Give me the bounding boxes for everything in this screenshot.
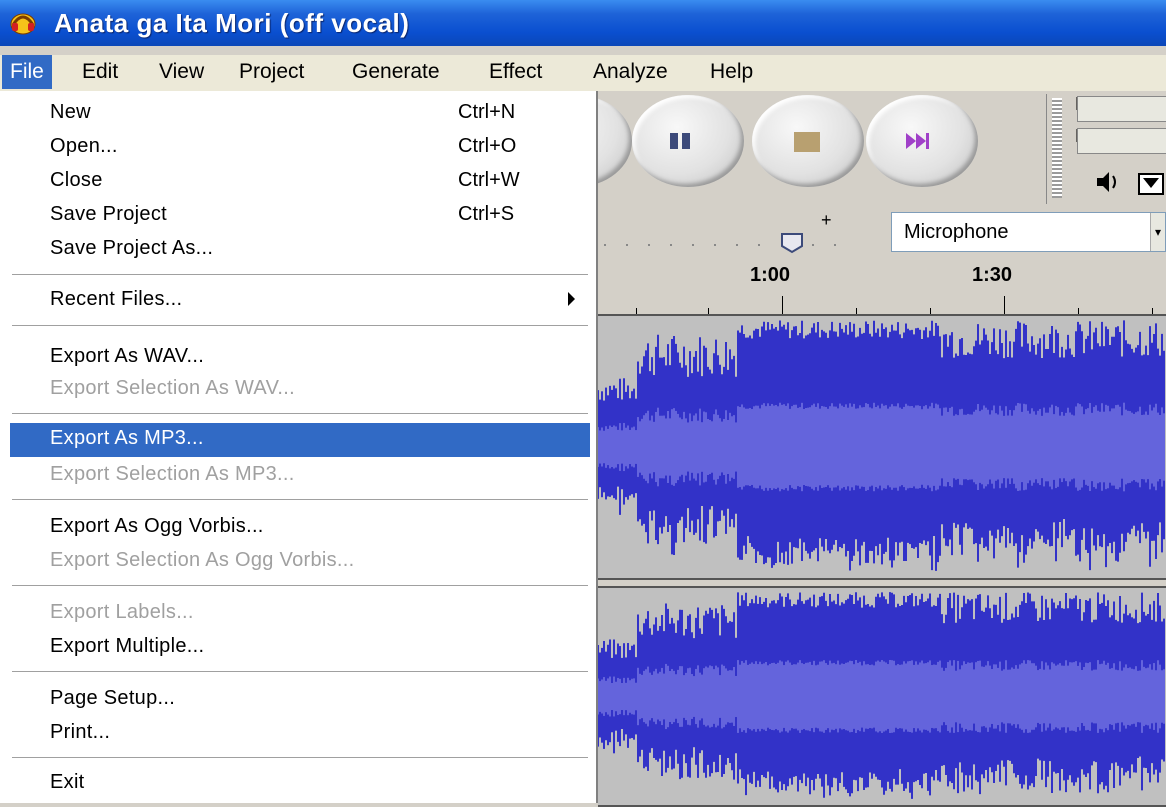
- skip-to-end-icon: [906, 133, 929, 149]
- menu-item-save-project[interactable]: Save Project Ctrl+S: [10, 199, 590, 233]
- input-source-value: Microphone: [904, 221, 1009, 243]
- pause-icon: [670, 133, 690, 149]
- menu-item-export-multiple[interactable]: Export Multiple...: [10, 631, 590, 665]
- input-volume-slider[interactable]: [598, 228, 878, 258]
- audio-track-right[interactable]: [598, 586, 1166, 807]
- speaker-icon: [1097, 172, 1164, 195]
- menu-generate[interactable]: Generate: [344, 55, 448, 89]
- menu-item-new[interactable]: New Ctrl+N: [10, 97, 590, 131]
- menu-separator: [12, 757, 588, 759]
- skip-to-end-button[interactable]: [866, 95, 978, 187]
- level-meter: L R: [1046, 94, 1166, 204]
- submenu-arrow-icon: [568, 292, 575, 306]
- slider-plus-label: +: [821, 210, 832, 230]
- menu-item-export-mp3[interactable]: Export As MP3...: [10, 423, 590, 457]
- menu-file[interactable]: File: [2, 55, 52, 89]
- stop-icon: [794, 132, 820, 152]
- menu-item-print[interactable]: Print...: [10, 717, 590, 751]
- menu-separator: [12, 585, 588, 587]
- meter-left-bar: [1077, 96, 1166, 122]
- shortcut-label: Ctrl+N: [458, 101, 516, 123]
- waveform-left-channel: [598, 320, 1165, 571]
- menu-separator: [12, 274, 588, 276]
- menu-separator: [12, 325, 588, 327]
- stop-button[interactable]: [752, 95, 864, 187]
- menu-separator: [12, 671, 588, 673]
- menu-item-export-selection-wav: Export Selection As WAV...: [50, 377, 295, 399]
- menu-effect[interactable]: Effect: [481, 55, 550, 89]
- menu-view[interactable]: View: [151, 55, 212, 89]
- audacity-headphones-icon: [10, 13, 36, 35]
- pause-button[interactable]: [632, 95, 744, 187]
- menu-item-export-labels: Export Labels...: [50, 601, 194, 623]
- menu-item-export-selection-ogg: Export Selection As Ogg Vorbis...: [50, 549, 355, 571]
- menu-project[interactable]: Project: [231, 55, 312, 89]
- menu-separator: [12, 413, 588, 415]
- file-menu-dropdown: New Ctrl+N Open... Ctrl+O Close Ctrl+W S…: [0, 91, 598, 803]
- menu-item-export-ogg[interactable]: Export As Ogg Vorbis...: [10, 511, 590, 545]
- menu-item-exit[interactable]: Exit: [10, 767, 590, 801]
- menu-help[interactable]: Help: [702, 55, 761, 89]
- input-source-select[interactable]: Microphone ▾: [891, 212, 1166, 252]
- title-bar: Anata ga Ita Mori (off vocal): [0, 0, 1166, 46]
- chevron-down-icon[interactable]: ▾: [1150, 213, 1165, 251]
- waveform-right-channel: [598, 592, 1165, 799]
- menu-item-close[interactable]: Close Ctrl+W: [10, 165, 590, 199]
- menu-item-recent-files[interactable]: Recent Files...: [10, 284, 590, 318]
- shortcut-label: Ctrl+O: [458, 135, 517, 157]
- menu-analyze[interactable]: Analyze: [585, 55, 676, 89]
- menu-item-open[interactable]: Open... Ctrl+O: [10, 131, 590, 165]
- menu-item-save-project-as[interactable]: Save Project As...: [10, 233, 590, 267]
- menu-item-export-selection-mp3: Export Selection As MP3...: [50, 463, 295, 485]
- window-title: Anata ga Ita Mori (off vocal): [54, 8, 410, 38]
- shortcut-label: Ctrl+W: [458, 169, 520, 191]
- menu-bar: File Edit View Project Generate Effect A…: [0, 55, 1166, 91]
- ruler-label-1-00: 1:00: [750, 264, 791, 286]
- menu-edit[interactable]: Edit: [74, 55, 126, 89]
- audio-track-left[interactable]: [598, 314, 1166, 580]
- meter-right-bar: [1077, 128, 1166, 154]
- ruler-label-1-30: 1:30: [972, 264, 1013, 286]
- menu-item-export-wav[interactable]: Export As WAV...: [10, 341, 590, 375]
- menu-item-page-setup[interactable]: Page Setup...: [10, 683, 590, 717]
- timeline-ruler[interactable]: 1:00 1:30: [598, 258, 1166, 316]
- shortcut-label: Ctrl+S: [458, 203, 515, 225]
- menu-separator: [12, 499, 588, 501]
